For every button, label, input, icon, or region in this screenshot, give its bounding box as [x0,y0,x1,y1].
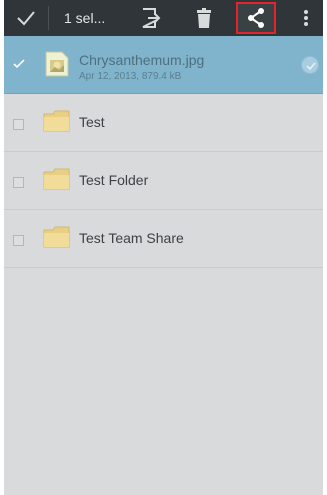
folder-icon [42,108,72,134]
share-button[interactable] [236,2,276,34]
overflow-menu-button[interactable] [299,0,313,36]
file-list: Chrysanthemum.jpg Apr 12, 2013, 879.4 kB… [4,36,323,268]
file-name: Chrysanthemum.jpg [79,52,205,68]
selection-count: 1 sel... [64,10,106,26]
share-icon [248,8,264,28]
empty-list-area [4,300,323,495]
done-button[interactable] [14,0,38,36]
delete-icon [197,8,211,28]
phone-screen: 1 sel... Chrysanthemum.jpg Apr 12, 2013,… [4,0,323,495]
list-item[interactable]: Test Folder [4,152,323,210]
action-bar-divider [48,6,49,30]
selected-badge-icon [301,56,319,74]
move-icon [142,8,161,28]
move-button[interactable] [137,0,163,36]
row-checkbox[interactable] [13,119,24,130]
checkmark-icon [13,59,25,69]
folder-name: Test [79,114,105,130]
list-item[interactable]: Test [4,94,323,152]
row-checkbox[interactable] [13,235,24,246]
folder-name: Test Team Share [79,230,184,246]
file-details: Apr 12, 2013, 879.4 kB [79,71,182,82]
list-item[interactable]: Chrysanthemum.jpg Apr 12, 2013, 879.4 kB [4,36,323,94]
overflow-menu-icon [304,10,308,26]
check-icon [17,11,35,26]
folder-icon [42,166,72,192]
folder-icon [42,224,72,250]
row-checkbox[interactable] [13,56,25,69]
folder-name: Test Folder [79,172,149,188]
delete-button[interactable] [193,0,215,36]
list-item[interactable]: Test Team Share [4,210,323,268]
action-bar: 1 sel... [4,0,323,36]
image-file-icon [42,50,72,77]
row-checkbox[interactable] [13,177,24,188]
